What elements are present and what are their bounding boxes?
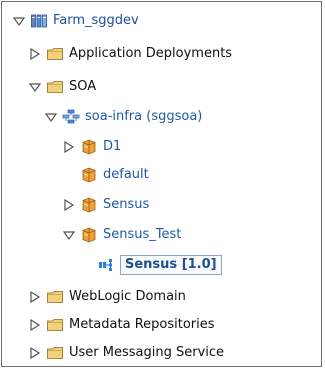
tree-item-application-deployments[interactable]: Application Deployments <box>28 43 232 65</box>
tree-item-label[interactable]: WebLogic Domain <box>69 288 186 306</box>
tree-item-user-messaging-service[interactable]: User Messaging Service <box>28 342 224 364</box>
tree-item-soa-infra[interactable]: soa-infra (sggsoa) <box>44 106 202 128</box>
tree-item-label[interactable]: default <box>103 166 149 184</box>
partition-icon <box>80 197 98 213</box>
partition-icon <box>80 139 98 155</box>
folder-icon <box>46 46 64 62</box>
soa-infra-icon <box>62 109 80 125</box>
partition-icon <box>80 167 98 183</box>
folder-icon <box>46 79 64 95</box>
expand-collapse-icon[interactable] <box>62 228 76 242</box>
expand-collapse-icon[interactable] <box>62 198 76 212</box>
tree-item-sensus[interactable]: Sensus <box>62 194 149 216</box>
tree-item-metadata-repositories[interactable]: Metadata Repositories <box>28 314 215 336</box>
folder-icon <box>46 317 64 333</box>
expand-collapse-icon[interactable] <box>62 140 76 154</box>
expand-collapse-icon[interactable] <box>28 346 42 360</box>
tree-item-label[interactable]: D1 <box>103 138 121 156</box>
expand-collapse-icon[interactable] <box>28 80 42 94</box>
tree-item-d1[interactable]: D1 <box>62 136 121 158</box>
tree-root-farm[interactable]: Farm_sggdev <box>12 10 139 32</box>
composite-icon <box>98 257 116 273</box>
tree-item-sensus-test[interactable]: Sensus_Test <box>62 224 181 246</box>
tree-root-label[interactable]: Farm_sggdev <box>53 12 139 30</box>
tree-item-label[interactable]: Application Deployments <box>69 45 232 63</box>
expand-collapse-icon[interactable] <box>28 318 42 332</box>
empty-toggle-space <box>62 168 76 182</box>
tree-item-sensus-composite[interactable]: Sensus [1.0] <box>98 254 222 276</box>
expand-collapse-icon[interactable] <box>44 110 58 124</box>
folder-icon <box>46 345 64 361</box>
expand-collapse-icon[interactable] <box>28 47 42 61</box>
tree-item-label[interactable]: User Messaging Service <box>69 344 224 362</box>
tree-item-label[interactable]: SOA <box>69 78 96 96</box>
farm-icon <box>30 13 48 29</box>
tree-item-label[interactable]: Metadata Repositories <box>69 316 215 334</box>
expand-collapse-icon[interactable] <box>28 290 42 304</box>
tree-item-label[interactable]: Sensus <box>103 196 149 214</box>
folder-icon <box>46 289 64 305</box>
expand-collapse-icon[interactable] <box>12 14 26 28</box>
tree-item-label[interactable]: Sensus_Test <box>103 226 181 244</box>
tree-item-label[interactable]: Sensus [1.0] <box>120 255 222 275</box>
tree-item-weblogic-domain[interactable]: WebLogic Domain <box>28 286 186 308</box>
tree-item-soa[interactable]: SOA <box>28 76 96 98</box>
partition-icon <box>80 227 98 243</box>
tree-item-default[interactable]: default <box>62 164 149 186</box>
tree-item-label[interactable]: soa-infra (sggsoa) <box>85 108 202 126</box>
